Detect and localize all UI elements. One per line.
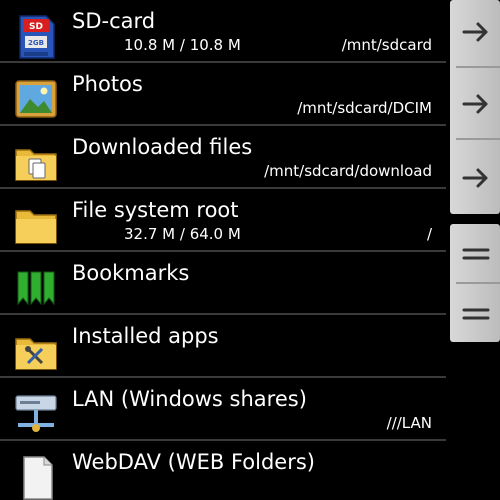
item-size: 10.8 M / 10.8 M	[124, 36, 241, 54]
divider	[456, 66, 500, 68]
item-title: Photos	[72, 72, 143, 96]
divider	[456, 138, 500, 140]
list-item-file-system-root[interactable]: File system root 32.7 M / 64.0 M /	[0, 189, 446, 252]
item-title: LAN (Windows shares)	[72, 387, 307, 411]
file-manager-screen: SD 2GB SD-card 10.8 M / 10.8 M /mnt/sdca…	[0, 0, 500, 500]
open-button-downloaded-files[interactable]	[450, 142, 500, 212]
sd-card-icon: SD 2GB	[12, 12, 60, 60]
item-title: Downloaded files	[72, 135, 253, 159]
list-item-installed-apps[interactable]: Installed apps	[0, 315, 446, 378]
lan-icon	[12, 390, 60, 438]
arrow-right-icon	[462, 22, 488, 42]
location-list: SD 2GB SD-card 10.8 M / 10.8 M /mnt/sdca…	[0, 0, 446, 500]
photos-icon	[12, 75, 60, 123]
list-item-webdav[interactable]: WebDAV (WEB Folders)	[0, 441, 446, 500]
installed-apps-icon	[12, 327, 60, 375]
folder-icon	[12, 201, 60, 249]
list-item-bookmarks[interactable]: Bookmarks	[0, 252, 446, 315]
list-item-sd-card[interactable]: SD 2GB SD-card 10.8 M / 10.8 M /mnt/sdca…	[0, 0, 446, 63]
item-path: /	[426, 225, 432, 243]
svg-text:SD: SD	[29, 22, 43, 32]
drag-handle-file-system-root[interactable]	[450, 224, 500, 282]
item-path: ///LAN	[386, 414, 432, 432]
drag-handle-icon	[462, 308, 490, 320]
item-title: WebDAV (WEB Folders)	[72, 450, 315, 474]
item-title: Installed apps	[72, 324, 219, 348]
download-folder-icon	[12, 138, 60, 186]
open-button-sd-card[interactable]	[450, 0, 500, 64]
list-item-lan[interactable]: LAN (Windows shares) ///LAN	[0, 378, 446, 441]
drag-handle-icon	[462, 248, 490, 260]
webdav-icon	[12, 453, 60, 500]
open-button-photos[interactable]	[450, 70, 500, 136]
action-sidebar	[446, 0, 500, 500]
item-path: /mnt/sdcard/DCIM	[297, 99, 432, 117]
list-item-downloaded-files[interactable]: Downloaded files /mnt/sdcard/download	[0, 126, 446, 189]
item-path: /mnt/sdcard/download	[264, 162, 432, 180]
item-title: Bookmarks	[72, 261, 190, 285]
item-path: /mnt/sdcard	[341, 36, 432, 54]
svg-text:2GB: 2GB	[28, 39, 44, 47]
item-size: 32.7 M / 64.0 M	[124, 225, 241, 243]
bookmarks-icon	[12, 264, 60, 312]
arrow-right-icon	[462, 94, 488, 114]
list-item-photos[interactable]: Photos /mnt/sdcard/DCIM	[0, 63, 446, 126]
item-title: SD-card	[72, 9, 156, 33]
reorder-handles-panel	[450, 224, 500, 342]
item-title: File system root	[72, 198, 239, 222]
open-buttons-panel	[450, 0, 500, 214]
drag-handle-bookmarks[interactable]	[450, 284, 500, 342]
arrow-right-icon	[462, 168, 488, 188]
